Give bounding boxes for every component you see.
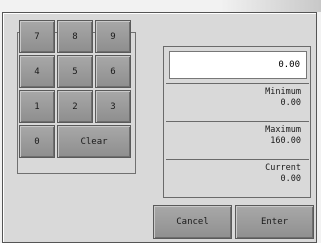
current-label: Current	[265, 163, 301, 173]
minimum-value: 0.00	[280, 98, 301, 108]
maximum-value: 160.00	[270, 136, 301, 146]
key-1[interactable]: 1	[19, 90, 55, 123]
key-3[interactable]: 3	[95, 90, 131, 123]
value-fields: 0.00 Minimum 0.00 Maximum 160.00 Current…	[163, 46, 311, 198]
maximum-field: Maximum 160.00	[166, 121, 309, 158]
current-field: Current 0.00	[166, 159, 309, 196]
current-value: 0.00	[280, 174, 301, 184]
background-shade	[220, 0, 321, 12]
key-4[interactable]: 4	[19, 55, 55, 88]
key-2[interactable]: 2	[57, 90, 93, 123]
maximum-label: Maximum	[265, 125, 301, 135]
enter-button[interactable]: Enter	[235, 205, 314, 239]
value-entry-field[interactable]: 0.00	[169, 51, 307, 79]
minimum-label: Minimum	[265, 87, 301, 97]
key-0[interactable]: 0	[19, 125, 55, 158]
clear-button[interactable]: Clear	[57, 125, 131, 158]
key-5[interactable]: 5	[57, 55, 93, 88]
key-8[interactable]: 8	[57, 20, 93, 53]
key-6[interactable]: 6	[95, 55, 131, 88]
cancel-button[interactable]: Cancel	[153, 205, 232, 239]
key-9[interactable]: 9	[95, 20, 131, 53]
numeric-entry-dialog: 7 8 9 4 5 6 1 2 3 0 Clear 0.00 Minimum 0…	[2, 12, 317, 243]
key-7[interactable]: 7	[19, 20, 55, 53]
minimum-field: Minimum 0.00	[166, 83, 309, 120]
